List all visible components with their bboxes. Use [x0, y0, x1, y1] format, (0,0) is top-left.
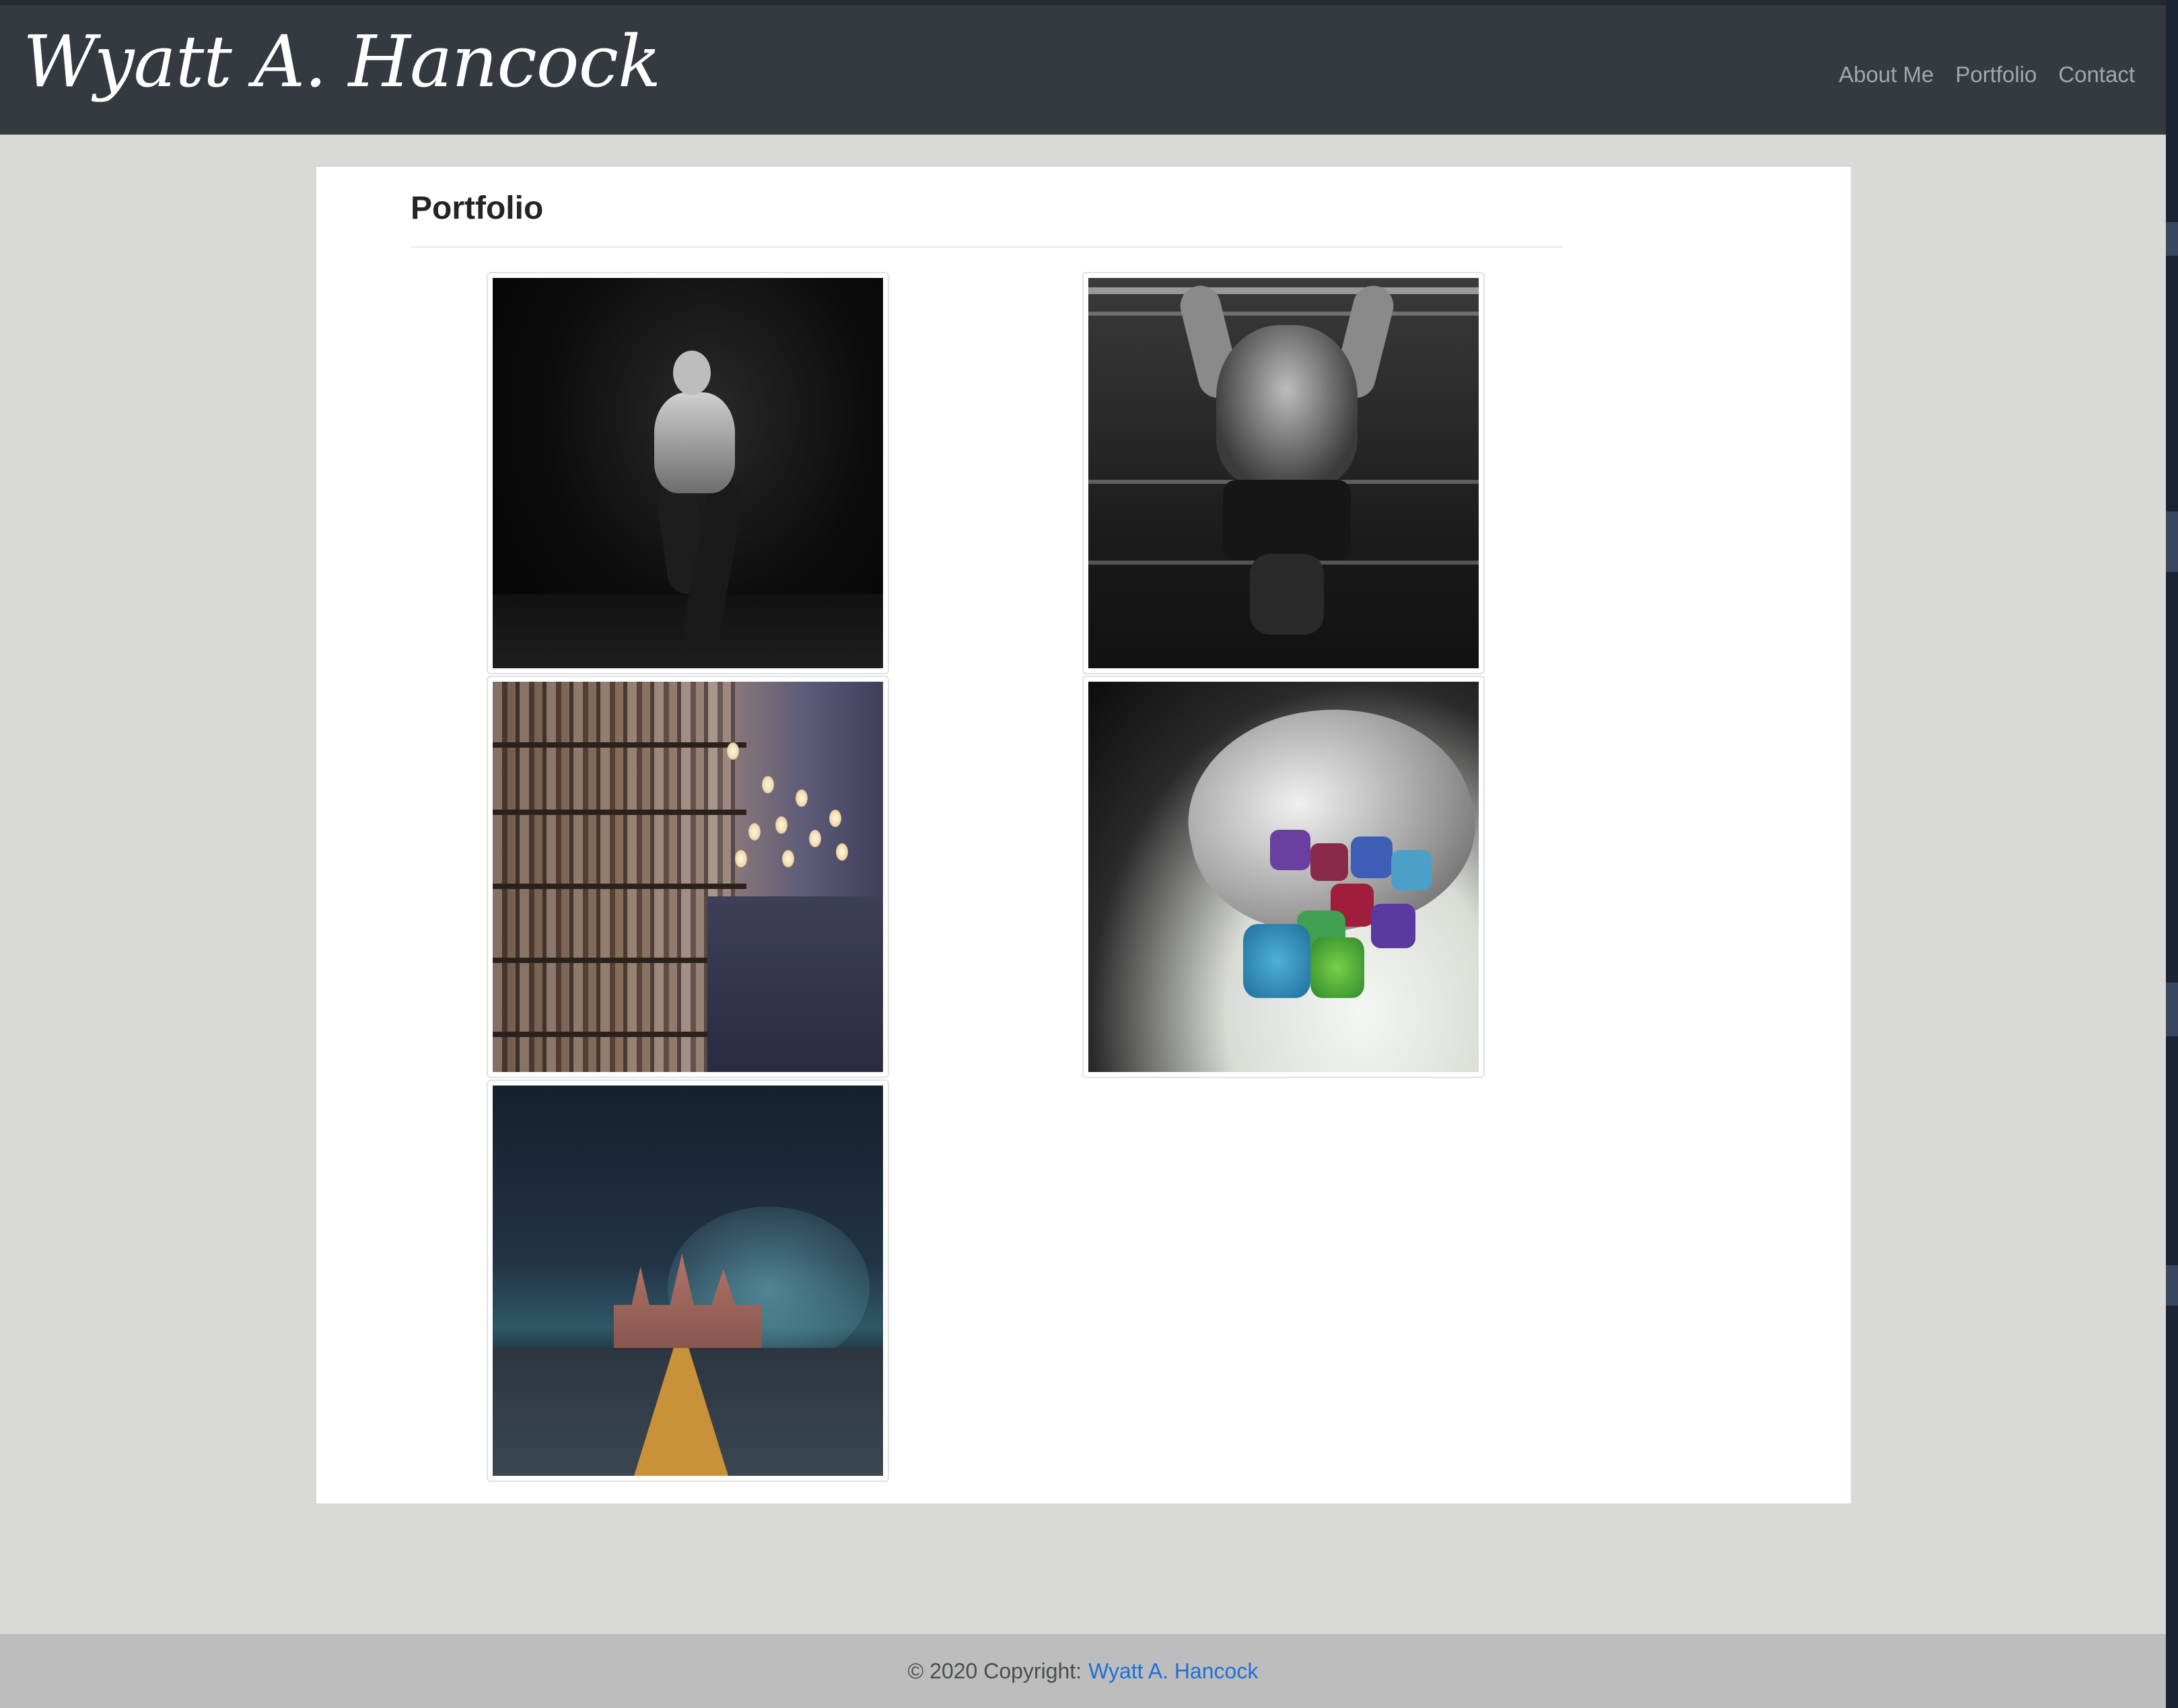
fighter-kick-photo — [493, 278, 883, 668]
gallery-item-cathedral[interactable] — [487, 1079, 889, 1482]
gallery-item-pullup[interactable] — [1082, 272, 1485, 674]
brand-logo[interactable]: Wyatt A. Hancock — [23, 20, 661, 103]
top-navbar: Wyatt A. Hancock About Me Portfolio Cont… — [0, 0, 2166, 135]
pull-up-gym-photo — [1088, 278, 1479, 668]
st-basils-cathedral-night-photo — [493, 1086, 883, 1476]
gallery-item-fighter[interactable] — [487, 272, 889, 674]
dice-bag-photo — [1088, 682, 1479, 1072]
page-footer: © 2020 Copyright: Wyatt A. Hancock — [0, 1634, 2166, 1708]
gallery-item-library[interactable] — [487, 676, 889, 1078]
main-nav: About Me Portfolio Contact — [1839, 62, 2135, 87]
nav-contact[interactable]: Contact — [2058, 62, 2135, 87]
nav-about-me[interactable]: About Me — [1839, 62, 1934, 87]
title-divider — [411, 246, 1563, 248]
gallery-item-dice[interactable] — [1082, 676, 1485, 1078]
content-card: Portfolio — [316, 167, 1851, 1503]
neighbour-window-edge — [2166, 0, 2178, 1708]
nav-portfolio[interactable]: Portfolio — [1955, 62, 2037, 87]
page-title: Portfolio — [411, 190, 544, 226]
footer-author-link[interactable]: Wyatt A. Hancock — [1088, 1659, 1258, 1684]
library-bookshelves-photo — [493, 682, 883, 1072]
copyright-text: © 2020 Copyright: — [907, 1658, 1082, 1683]
